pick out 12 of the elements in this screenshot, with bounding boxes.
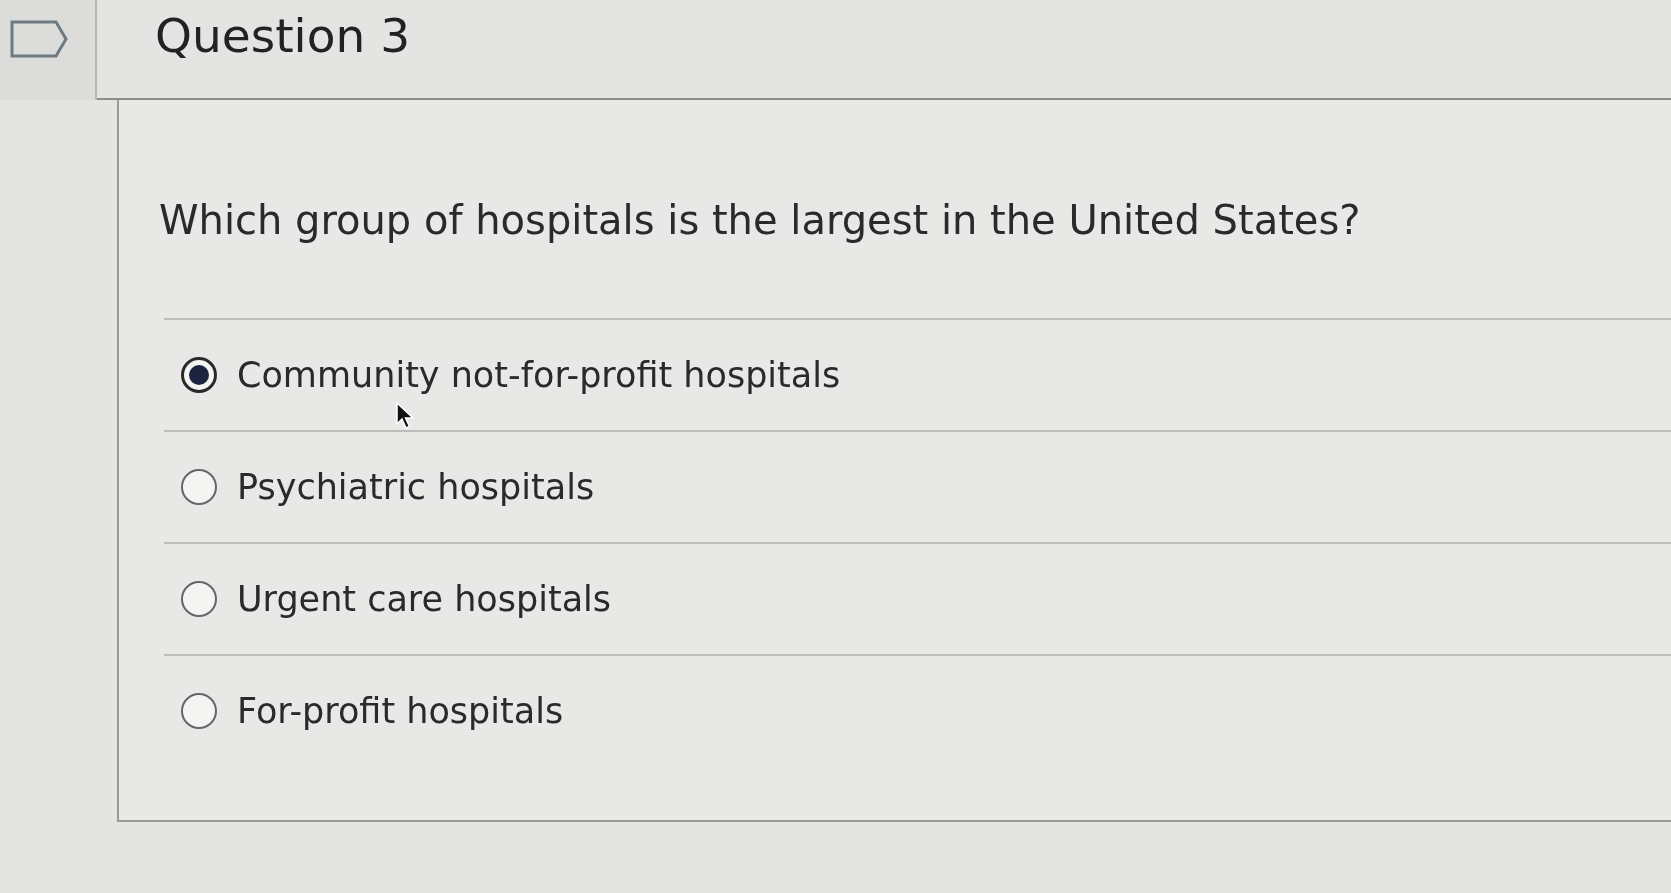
flag-outline-icon[interactable] <box>10 20 68 58</box>
radio-button[interactable] <box>181 357 217 393</box>
option-label[interactable]: Community not-for-profit hospitals <box>237 355 841 395</box>
radio-button[interactable] <box>181 581 217 617</box>
option-label[interactable]: Urgent care hospitals <box>237 579 612 619</box>
radio-button[interactable] <box>181 693 217 729</box>
mouse-pointer-icon <box>396 402 416 430</box>
radio-button[interactable] <box>181 469 217 505</box>
question-text: Which group of hospitals is the largest in the United States? <box>159 196 1362 245</box>
question-title: Question 3 <box>155 7 411 63</box>
option-label[interactable]: Psychiatric hospitals <box>237 467 595 507</box>
option-label[interactable]: For-profit hospitals <box>237 691 564 731</box>
